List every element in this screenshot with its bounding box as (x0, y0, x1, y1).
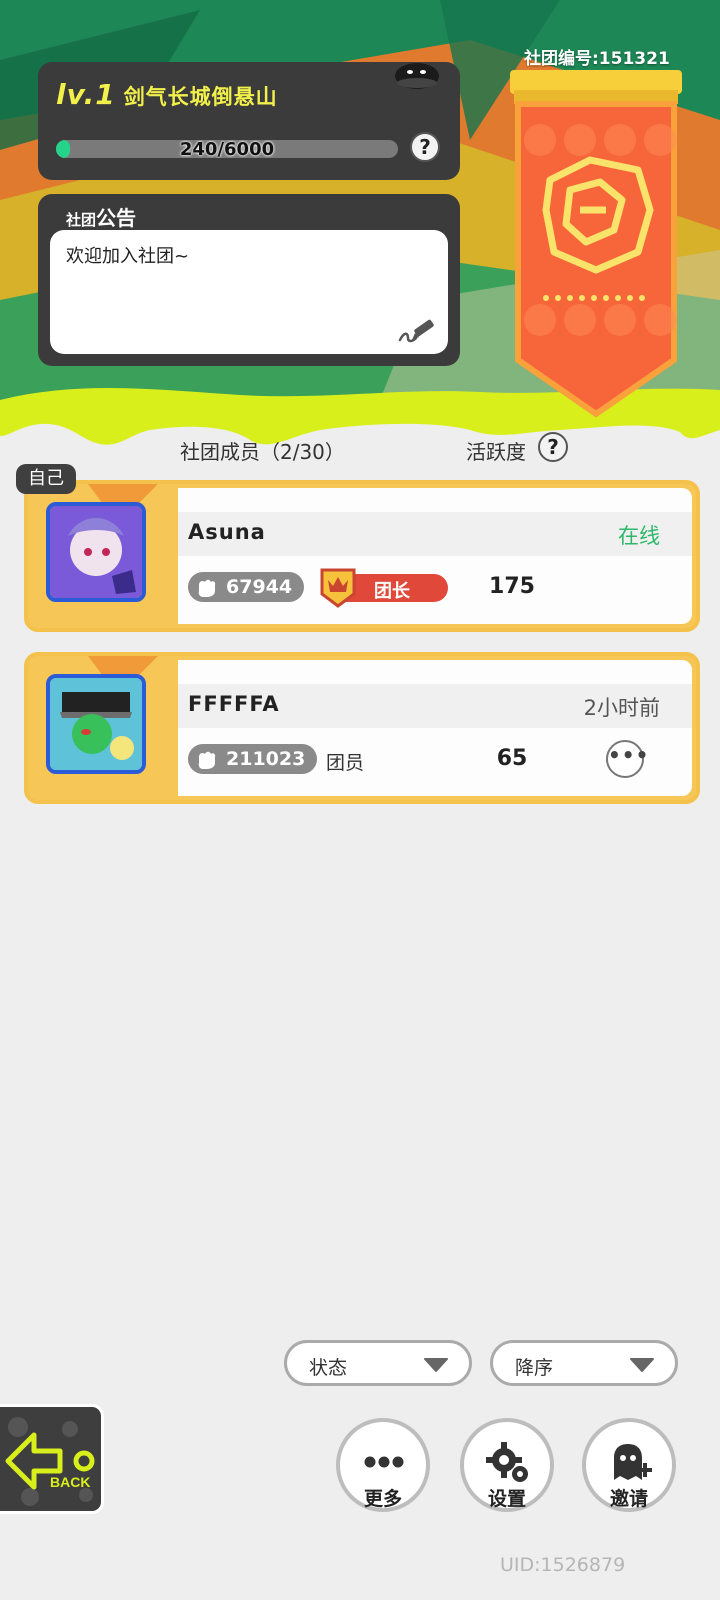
edit-icon[interactable] (396, 318, 436, 346)
club-banner (510, 70, 682, 418)
activity-help-button[interactable]: ? (538, 432, 568, 462)
xp-text: 240/6000 (179, 140, 275, 158)
back-arrow-icon: BACK (5, 1417, 95, 1506)
back-label: BACK (50, 1474, 90, 1490)
chevron-down-icon (424, 1358, 448, 1372)
xp-progress-bar: 240/6000 (56, 140, 398, 158)
back-button[interactable]: BACK (0, 1404, 104, 1514)
member-activity: 65 (496, 746, 528, 771)
combat-power-value: 67944 (226, 576, 293, 598)
combat-power-pill: 211023 (188, 744, 318, 774)
chevron-down-icon (630, 1358, 654, 1372)
club-level-card: lv.1 剑气长城倒悬山 240/6000 ? (38, 62, 460, 180)
club-id: 社团编号:151321 (524, 49, 670, 69)
avatar[interactable] (46, 502, 146, 602)
avatar[interactable] (46, 674, 146, 774)
member-activity: 175 (489, 574, 535, 599)
ellipsis-icon (364, 1456, 404, 1468)
member-name: FFFFFA (188, 692, 280, 716)
settings-label: 设置 (487, 1488, 526, 1510)
member-name: Asuna (188, 520, 266, 544)
status-filter-label: 状态 (309, 1357, 348, 1379)
notice-content-box: 欢迎加入社团~ (50, 230, 448, 354)
status-filter-dropdown[interactable]: 状态 (284, 1340, 472, 1386)
self-tag: 自己 (16, 464, 76, 494)
member-status: 2小时前 (583, 696, 660, 720)
club-name: 剑气长城倒悬山 (123, 85, 278, 109)
settings-button[interactable]: 设置 (460, 1418, 554, 1512)
club-notice-card: 社团公告 欢迎加入社团~ (38, 194, 460, 366)
crown-shield-icon (320, 568, 356, 608)
add-user-icon (614, 1444, 652, 1480)
help-icon: ? (547, 435, 559, 459)
invite-label: 邀请 (609, 1488, 648, 1510)
fist-icon (198, 579, 216, 597)
fist-icon (198, 751, 216, 769)
notice-title-big: 公告 (96, 206, 137, 230)
gear-icon (486, 1442, 528, 1482)
member-status: 在线 (618, 524, 660, 548)
activity-column-title: 活跃度 (466, 440, 526, 464)
member-row[interactable]: FFFFFA 2小时前 211023 团员 65 ••• (24, 652, 700, 804)
member-row[interactable]: Asuna 在线 67944 团长 175 (24, 480, 700, 632)
notice-title: 社团公告 (66, 202, 136, 231)
ellipsis-icon: ••• (608, 743, 650, 767)
level-help-button[interactable]: ? (410, 132, 440, 162)
role-badge-leader: 团长 (320, 568, 450, 608)
notice-title-small: 社团 (66, 211, 97, 229)
more-button[interactable]: 更多 (336, 1418, 430, 1512)
mascot-icon (395, 63, 439, 89)
sort-order-dropdown[interactable]: 降序 (490, 1340, 678, 1386)
help-icon: ? (419, 135, 431, 159)
members-count-title: 社团成员（2/30） (180, 440, 345, 464)
club-title: lv.1 剑气长城倒悬山 (56, 78, 278, 111)
notice-text: 欢迎加入社团~ (66, 246, 190, 267)
combat-power-pill: 67944 (188, 572, 305, 602)
member-role: 团长 (374, 581, 410, 602)
member-role: 团员 (326, 752, 365, 774)
user-uid: UID:1526879 (500, 1554, 626, 1576)
sort-order-label: 降序 (515, 1357, 554, 1379)
more-label: 更多 (363, 1488, 402, 1510)
club-level: lv.1 (56, 78, 116, 111)
member-options-button[interactable]: ••• (606, 740, 648, 778)
invite-button[interactable]: 邀请 (582, 1418, 676, 1512)
combat-power-value: 211023 (226, 748, 306, 770)
